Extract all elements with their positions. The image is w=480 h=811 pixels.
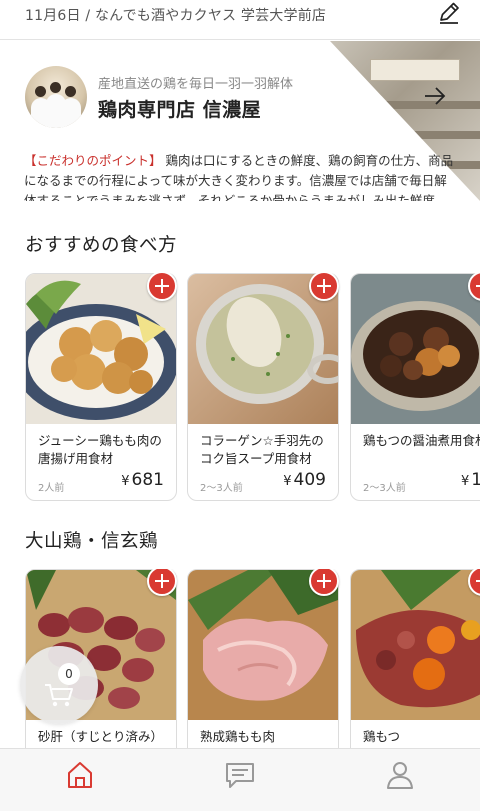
product-card-motsu-nimono[interactable]: 鶏もつの醤油煮用食材 2〜3人前 ¥19 bbox=[350, 273, 480, 501]
chat-icon[interactable] bbox=[222, 757, 258, 793]
section-title-recommended: おすすめの食べ方 bbox=[25, 235, 178, 256]
product-title: 砂肝（すじとり済み） bbox=[38, 729, 164, 744]
product-image bbox=[351, 274, 480, 424]
product-servings: 2〜3人前 bbox=[363, 483, 406, 494]
store-avatar bbox=[25, 66, 87, 128]
top-bar: 11月6日 / なんでも酒やカクヤス 学芸大学前店 bbox=[0, 0, 480, 40]
product-price: ¥409 bbox=[283, 470, 326, 490]
product-card-motsu[interactable]: 鶏もつ bbox=[350, 569, 480, 749]
product-title: 鶏もつの醤油煮用食材 bbox=[363, 433, 480, 448]
cart-icon bbox=[45, 684, 73, 707]
product-servings: 2人前 bbox=[38, 483, 65, 494]
store-name[interactable]: 鶏肉専門店 信濃屋 bbox=[98, 95, 261, 122]
product-card-karaage[interactable]: ジューシー鶏もも肉の 唐揚げ用食材 2人前 ¥681 bbox=[25, 273, 177, 501]
product-title: 鶏もつ bbox=[363, 729, 401, 744]
breadcrumb[interactable]: 11月6日 / なんでも酒やカクヤス 学芸大学前店 bbox=[25, 5, 326, 25]
product-card-jukusei-momo[interactable]: 熟成鶏もも肉 bbox=[187, 569, 339, 749]
product-image bbox=[351, 570, 480, 720]
product-title: 熟成鶏もも肉 bbox=[200, 729, 276, 744]
bottom-tab-bar bbox=[0, 748, 480, 811]
pencil-icon[interactable] bbox=[436, 0, 462, 26]
highlight-label: 【こだわりのポイント】 bbox=[24, 153, 162, 168]
home-icon[interactable] bbox=[62, 757, 98, 793]
store-description: 【こだわりのポイント】 鶏肉は口にするときの鮮度、鶏の飼育の仕方、商品になるまで… bbox=[24, 151, 458, 201]
product-price: ¥19 bbox=[461, 470, 480, 490]
product-card-tebasaki-soup[interactable]: コラーゲン☆手羽先の コク旨スープ用食材 2〜3人前 ¥409 bbox=[187, 273, 339, 501]
arrow-right-icon[interactable] bbox=[422, 83, 448, 109]
store-banner[interactable]: 産地直送の鶏を毎日一羽一羽解体 鶏肉専門店 信濃屋 【こだわりのポイント】 鶏肉… bbox=[0, 41, 480, 201]
person-icon[interactable] bbox=[382, 757, 418, 793]
section-title-oyama-shingen: 大山鶏・信玄鶏 bbox=[25, 531, 159, 552]
store-tagline: 産地直送の鶏を毎日一羽一羽解体 bbox=[98, 77, 294, 92]
recommended-carousel[interactable]: ジューシー鶏もも肉の 唐揚げ用食材 2人前 ¥681 コラーゲン☆手羽先の コク旨ス… bbox=[0, 273, 480, 501]
product-title: ジューシー鶏もも肉の 唐揚げ用食材 bbox=[38, 433, 162, 466]
product-servings: 2〜3人前 bbox=[200, 483, 243, 494]
product-title: コラーゲン☆手羽先の コク旨スープ用食材 bbox=[200, 433, 324, 466]
cart-button[interactable]: 0 bbox=[20, 646, 98, 724]
product-price: ¥681 bbox=[121, 470, 164, 490]
